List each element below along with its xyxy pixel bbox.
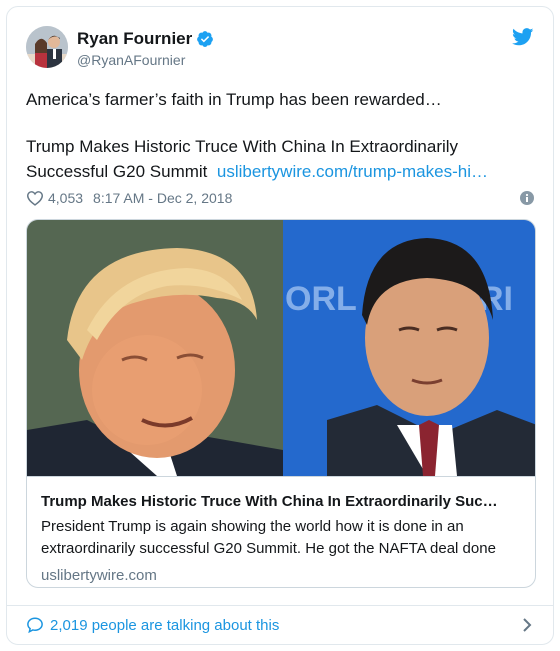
- twitter-bird-icon[interactable]: [512, 28, 534, 46]
- tweet-meta: 4,053 8:17 AM - Dec 2, 2018: [26, 188, 534, 208]
- card-description: President Trump is again showing the wor…: [41, 518, 496, 557]
- card-title[interactable]: Trump Makes Historic Truce With China In…: [41, 492, 523, 512]
- tweet-line-1: America’s farmer’s faith in Trump has be…: [26, 90, 442, 109]
- timestamp[interactable]: 8:17 AM - Dec 2, 2018: [93, 190, 232, 206]
- heart-icon[interactable]: [26, 190, 44, 206]
- card-body: Trump Makes Historic Truce With China In…: [27, 476, 535, 587]
- tweet-header: Ryan Fournier @RyanAFournier: [26, 26, 534, 74]
- tweet-link[interactable]: uslibertywire.com/trump-makes-hi…: [217, 162, 488, 181]
- info-icon[interactable]: [520, 191, 534, 205]
- conversation-link[interactable]: 2,019 people are talking about this: [50, 617, 279, 634]
- tweet-headline-paragraph: Trump Makes Historic Truce With China In…: [26, 134, 526, 184]
- card-domain: uslibertywire.com: [41, 567, 157, 584]
- like-count[interactable]: 4,053: [48, 190, 83, 206]
- link-card[interactable]: ORL ONO ORI Trump Makes Historic Truce W…: [26, 219, 536, 588]
- card-image[interactable]: ORL ONO ORI: [27, 220, 536, 476]
- footer-divider: [7, 605, 553, 606]
- speech-bubble-icon: [27, 617, 43, 634]
- author-info: Ryan Fournier @RyanAFournier: [77, 28, 214, 69]
- chevron-right-icon[interactable]: [522, 617, 532, 633]
- verified-badge-icon: [197, 31, 214, 47]
- display-name[interactable]: Ryan Fournier: [77, 28, 192, 50]
- tweet-text: America’s farmer’s faith in Trump has be…: [26, 87, 526, 184]
- tweet-embed: Ryan Fournier @RyanAFournier America’s f…: [6, 6, 554, 645]
- handle[interactable]: @RyanAFournier: [77, 51, 214, 69]
- conversation-footer[interactable]: 2,019 people are talking about this: [26, 613, 534, 637]
- avatar[interactable]: [26, 26, 68, 68]
